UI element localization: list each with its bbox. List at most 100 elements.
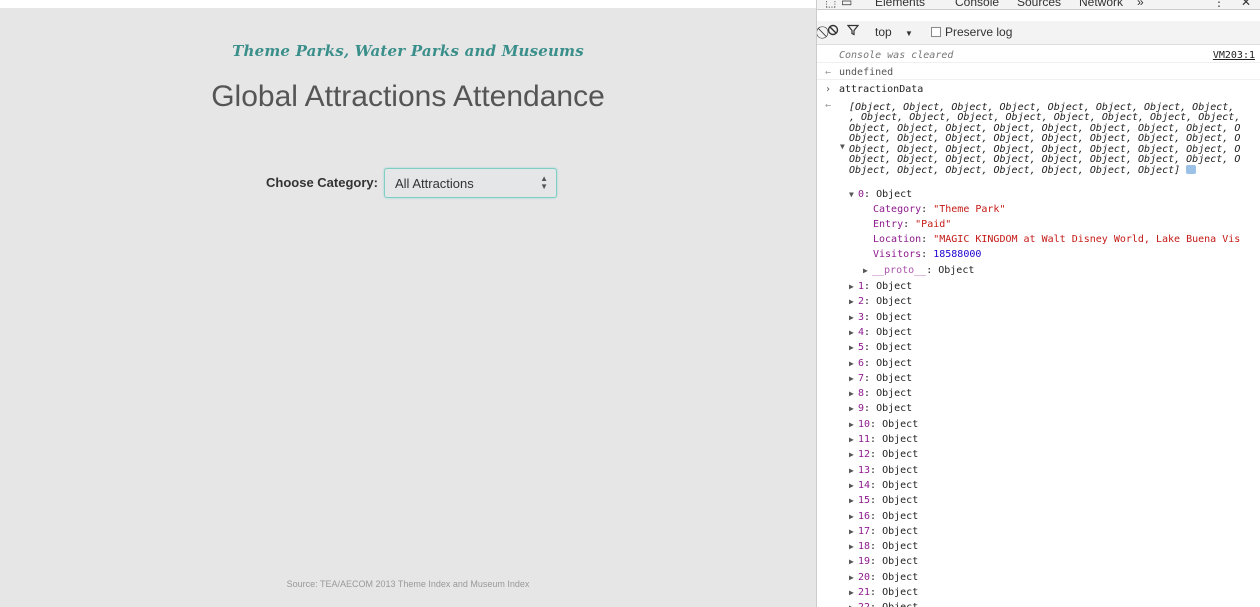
category-select-value: All Attractions [395,176,474,191]
property-key: Category [873,204,922,215]
tree-object-word: Object [882,571,919,583]
proto-row[interactable]: ▶ __proto__: Object [863,263,974,278]
collapsed-triangle-icon: ▶ [849,526,854,536]
collapsed-triangle-icon: ▶ [849,588,854,597]
tree-row-collapsed[interactable]: ▶ 2: Object [849,294,912,309]
tree-row-collapsed[interactable]: ▶ 20: Object [849,570,918,585]
tree-row-collapsed[interactable]: ▶ 11: Object [849,432,918,447]
property-row: Entry: "Paid" [873,219,952,230]
array-summary-line: Object, Object, Object, Object, Object, … [849,122,1241,134]
property-row: Location: "MAGIC KINGDOM at Walt Disney … [873,234,1241,245]
tree-object-word: Object [882,541,919,553]
context-select[interactable]: top ▼ [875,25,913,39]
property-key: Visitors [873,249,922,260]
console-undefined-text: undefined [839,67,894,78]
array-summary-line: [Object, Object, Object, Object, Object,… [849,102,1235,113]
console-cleared-text: Console was cleared [839,50,954,61]
tree-object-word: Object [882,525,919,537]
tree-object-word: Object [876,281,913,292]
tree-row-collapsed[interactable]: ▶ 5: Object [849,340,912,355]
collapsed-triangle-icon: ▶ [849,480,854,490]
tree-row-collapsed[interactable]: ▶ 15: Object [849,493,918,508]
tab-network[interactable]: Network [1079,0,1123,9]
checkbox-icon[interactable] [931,27,941,37]
tree-row-collapsed[interactable]: ▶ 7: Object [849,371,912,386]
devtools-panel: ⬚ ▭ Elements Console Sources Network » ⋮… [816,0,1260,607]
info-icon[interactable] [1186,165,1197,175]
tree-index: 5 [858,342,865,354]
collapsed-triangle-icon: ▶ [849,511,854,521]
tree-object-word: Object [882,510,919,522]
collapsed-triangle-icon: ▶ [849,572,854,582]
source-link[interactable]: VM203:1 [1213,48,1255,63]
tree-index: 20 [858,571,871,583]
tree-row-collapsed[interactable]: ▶ 14: Object [849,478,918,493]
tree-index: 4 [858,326,865,338]
array-summary[interactable]: [Object, Object, Object, Object, Object,… [849,102,1260,177]
tree-row-collapsed[interactable]: ▶ 16: Object [849,509,918,524]
property-value: "MAGIC KINGDOM at Walt Disney World, Lak… [933,234,1241,245]
array-summary-line: Object, Object, Object, Object, Object, … [849,154,1241,166]
category-select[interactable]: All Attractions ▲ ▼ [384,168,557,198]
tree-row-collapsed[interactable]: ▶ 8: Object [849,386,912,401]
expanded-triangle-icon[interactable]: ▼ [840,142,849,151]
tree-row-collapsed[interactable]: ▶ 10: Object [849,417,918,432]
tree-row-collapsed[interactable]: ▶ 6: Object [849,356,912,371]
tree-object-word: Object [882,479,919,491]
tree-row-collapsed[interactable]: ▶ 17: Object [849,524,918,539]
select-arrows-icon: ▲ ▼ [540,174,548,191]
tree-row-collapsed[interactable]: ▶ 3: Object [849,310,912,325]
tree-row-collapsed[interactable]: ▶ 19: Object [849,554,918,569]
tree-row-collapsed[interactable]: ▶ 9: Object [849,401,912,416]
tree-index: 19 [858,556,871,568]
collapsed-triangle-icon: ▶ [849,419,854,429]
tree-row-collapsed[interactable]: ▶ 12: Object [849,447,918,462]
collapsed-triangle-icon: ▶ [849,373,854,383]
tree-row-collapsed[interactable]: ▶ 18: Object [849,539,918,554]
tree-object-word: Object [876,311,913,323]
category-label: Choose Category: [266,175,378,190]
tree-index: 1 [858,281,865,292]
web-page: Theme Parks, Water Parks and Museums Glo… [0,8,816,607]
filter-icon[interactable] [846,24,860,39]
tree-index: 15 [858,495,871,507]
tree-index: 21 [858,587,871,598]
devtools-tabbar: ⬚ ▭ Elements Console Sources Network » ⋮… [817,0,1260,10]
property-value: 18588000 [933,249,982,260]
tree-row-collapsed[interactable]: ▶22: Object [849,600,918,607]
collapsed-triangle-icon: ▶ [849,600,858,607]
property-value: "Theme Park" [933,204,1006,215]
tree-index: 18 [858,541,871,553]
tree-row-collapsed[interactable]: ▶ 21: Object [849,585,918,600]
property-value: "Paid" [915,219,952,230]
tree-row-collapsed[interactable]: ▶ 4: Object [849,325,912,340]
block-icon [827,24,839,39]
property-key: Entry [873,219,904,230]
tree-object-word: Object [882,464,919,476]
tree-row-collapsed[interactable]: ▶ 1: Object [849,279,912,294]
tab-console[interactable]: Console [955,0,999,9]
array-summary-line: Object, Object, Object, Object, Object, … [849,133,1241,145]
tree-row-expanded[interactable]: ▼ 0: Object [849,187,912,202]
kebab-menu-icon[interactable]: ⋮ [1213,0,1225,9]
collapsed-triangle-icon: ▶ [849,282,854,291]
console-output[interactable]: Console was cleared VM203:1 ← undefined … [817,46,1260,607]
tab-sources[interactable]: Sources [1017,0,1061,9]
tree-row-collapsed[interactable]: ▶ 13: Object [849,463,918,478]
tree-object-word: Object [938,265,975,276]
collapsed-triangle-icon: ▶ [863,266,868,275]
tree-object-word: Object [876,326,913,338]
more-tabs-icon[interactable]: » [1137,0,1144,9]
tab-elements[interactable]: Elements [875,0,925,9]
collapsed-triangle-icon: ▶ [849,297,854,307]
context-value: top [875,25,892,39]
preserve-log-toggle[interactable]: Preserve log [931,25,1012,39]
result-arrow-icon: ← [825,100,832,111]
close-icon[interactable]: ✕ [1241,0,1251,9]
tree-index: 17 [858,525,871,537]
property-row: Category: "Theme Park" [873,204,1006,215]
device-toolbar-icon[interactable]: ▭ [841,0,852,9]
inspect-icon[interactable]: ⬚ [825,0,836,9]
tree-object-word: Object [876,388,913,400]
property-row: Visitors: 18588000 [873,249,982,260]
